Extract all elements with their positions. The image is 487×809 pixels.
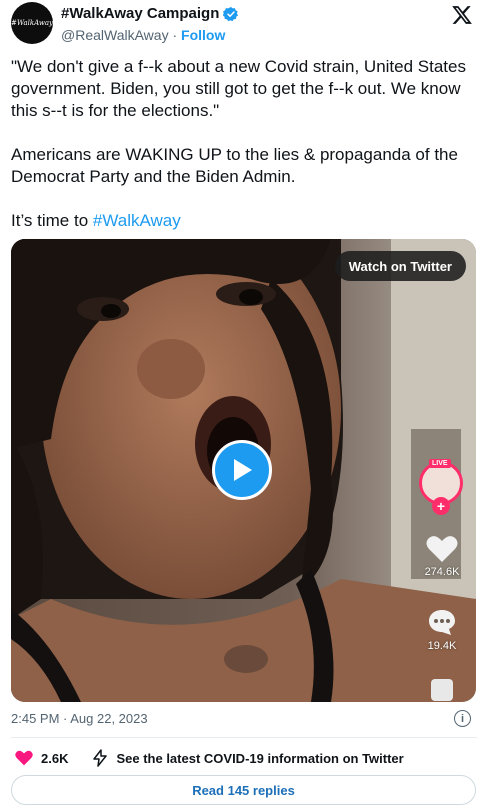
plus-icon[interactable]: +	[432, 497, 450, 515]
tweet-paragraph: It’s time to #WalkAway	[11, 210, 481, 232]
handle-row: @RealWalkAway · Follow	[61, 27, 225, 43]
video-player[interactable]: Watch on Twitter LIVE + 274.6K 19.4K	[11, 239, 476, 702]
x-logo-icon[interactable]	[451, 4, 473, 26]
overlay-comment-count: 19.4K	[427, 640, 457, 652]
like-button[interactable]: 2.6K	[15, 750, 68, 766]
tweet-paragraph: "We don't give a f--k about a new Covid …	[11, 57, 466, 120]
play-icon	[234, 459, 252, 481]
tweet-timestamp[interactable]: 2:45 PM · Aug 22, 2023	[11, 711, 148, 726]
comment-bubble-icon	[429, 610, 455, 635]
hashtag-link[interactable]: #WalkAway	[93, 211, 181, 230]
tweet-embed-card: #WalkAway #WalkAway Campaign @RealWalkAw…	[0, 0, 487, 809]
play-button[interactable]	[212, 440, 272, 500]
action-bar: 2.6K See the latest COVID-19 information…	[11, 747, 404, 769]
lightning-bolt-icon	[93, 749, 108, 767]
overlay-like-count: 274.6K	[424, 566, 460, 578]
info-icon[interactable]: i	[454, 710, 471, 727]
tweet-paragraph-prefix: It’s time to	[11, 211, 93, 230]
covid-info-link[interactable]: See the latest COVID-19 information on T…	[92, 749, 404, 767]
author-handle[interactable]: @RealWalkAway	[61, 27, 169, 43]
tweet-text: "We don't give a f--k about a new Covid …	[11, 56, 481, 232]
overlay-like: 274.6K	[417, 535, 467, 578]
like-count: 2.6K	[41, 750, 69, 766]
overlay-share-partial	[431, 679, 453, 701]
heart-icon	[15, 750, 33, 766]
tweet-header: #WalkAway #WalkAway Campaign @RealWalkAw…	[11, 2, 477, 46]
heart-icon	[426, 536, 458, 562]
covid-info-text: See the latest COVID-19 information on T…	[116, 750, 404, 766]
live-avatar[interactable]: LIVE +	[417, 459, 467, 515]
avatar-text: #WalkAway	[11, 19, 53, 27]
follow-button[interactable]: Follow	[181, 27, 225, 43]
verified-badge-icon	[223, 6, 239, 21]
overlay-comments: 19.4K	[417, 607, 467, 652]
handle-separator: ·	[168, 27, 182, 43]
watch-on-twitter-button[interactable]: Watch on Twitter	[334, 251, 466, 281]
live-badge: LIVE	[429, 459, 451, 468]
tweet-paragraph: Americans are WAKING UP to the lies & pr…	[11, 145, 458, 186]
author-name[interactable]: #WalkAway Campaign	[61, 5, 219, 22]
author-name-row: #WalkAway Campaign	[61, 5, 239, 22]
avatar[interactable]: #WalkAway	[11, 2, 53, 44]
divider	[11, 737, 477, 738]
read-replies-button[interactable]: Read 145 replies	[11, 775, 476, 805]
